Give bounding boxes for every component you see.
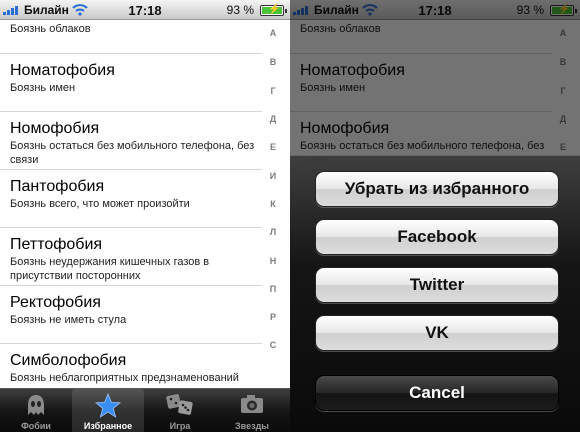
index-letter[interactable]: И <box>262 171 284 181</box>
phobia-list[interactable]: Боязнь облаков Номатофобия Боязнь имен Н… <box>0 20 262 388</box>
camera-icon <box>241 395 263 413</box>
favorites-screen-with-action-sheet: Билайн 17:18 93 % ⚡ Боязнь облаков Номат… <box>290 0 580 432</box>
battery-icon: ⚡ <box>260 4 287 16</box>
index-letter[interactable]: К <box>262 199 284 209</box>
list-item-subtitle: Боязнь остаться без мобильного телефона,… <box>10 140 255 166</box>
list-item-subtitle: Боязнь всего, что может произойти <box>10 198 190 210</box>
list-item-title: Пантофобия <box>10 178 105 195</box>
tab-label: Фобии <box>21 421 51 431</box>
list-item-title: Номатофобия <box>10 62 115 79</box>
tab-phobias[interactable]: Фобии <box>0 389 72 432</box>
index-letter[interactable]: Н <box>262 256 284 266</box>
list-item[interactable]: Номатофобия Боязнь имен <box>0 54 262 112</box>
list-item[interactable]: Пантофобия Боязнь всего, что может произ… <box>0 170 262 228</box>
index-letter[interactable]: Р <box>262 312 284 322</box>
tab-game[interactable]: Игра <box>144 389 216 432</box>
list-item-subtitle: Боязнь облаков <box>10 23 91 35</box>
ghost-icon <box>28 395 44 415</box>
tab-favorites[interactable]: Избранное <box>72 389 144 432</box>
list-item-title: Ректофобия <box>10 294 101 311</box>
share-action-sheet: Убрать из избранного Facebook Twitter VK… <box>290 155 580 432</box>
dice-icon <box>166 394 193 415</box>
list-item-title: Симболофобия <box>10 352 127 369</box>
twitter-button[interactable]: Twitter <box>315 267 559 303</box>
list-item-subtitle: Боязнь неблагоприятных предзнаменований <box>10 372 239 384</box>
index-letter[interactable]: Д <box>262 114 284 124</box>
list-item-subtitle: Боязнь неудержания кишечных газов в прис… <box>10 256 210 282</box>
index-letter[interactable]: П <box>262 284 284 294</box>
index-letter[interactable]: Л <box>262 227 284 237</box>
list-item-subtitle: Боязнь не иметь стула <box>10 314 127 326</box>
vk-button[interactable]: VK <box>315 315 559 351</box>
remove-from-favorites-button[interactable]: Убрать из избранного <box>315 171 559 207</box>
list-item-title: Петтофобия <box>10 236 103 253</box>
cancel-button[interactable]: Cancel <box>315 375 559 411</box>
index-letter[interactable]: А <box>262 28 284 38</box>
facebook-button[interactable]: Facebook <box>315 219 559 255</box>
index-letter[interactable]: Г <box>262 86 284 96</box>
list-item-title: Номофобия <box>10 120 100 137</box>
tab-label: Игра <box>169 421 191 431</box>
list-item[interactable]: Боязнь облаков <box>0 20 262 54</box>
list-item-subtitle: Боязнь имен <box>10 82 76 94</box>
index-letter[interactable]: Е <box>262 142 284 152</box>
list-item[interactable]: Симболофобия Боязнь неблагоприятных пред… <box>0 344 262 388</box>
tab-label: Избранное <box>83 421 133 431</box>
list-item[interactable]: Ректофобия Боязнь не иметь стула <box>0 286 262 344</box>
battery-percent: 93 % <box>226 3 254 17</box>
tab-stars[interactable]: Звезды <box>216 389 288 432</box>
favorites-screen: Билайн 17:18 93 % ⚡ Боязнь облаков Номат… <box>0 0 290 432</box>
star-icon <box>95 393 121 418</box>
list-item[interactable]: Петтофобия Боязнь неудержания кишечных г… <box>0 228 262 286</box>
section-index[interactable]: А В Г Д Е И К Л Н П Р С <box>262 20 290 388</box>
list-item[interactable]: Номофобия Боязнь остаться без мобильного… <box>0 112 262 170</box>
tab-bar: Фобии Избранное Игра Звезды <box>0 388 290 432</box>
index-letter[interactable]: В <box>262 57 284 67</box>
tab-label: Звезды <box>235 421 269 431</box>
status-bar: Билайн 17:18 93 % ⚡ <box>0 0 290 20</box>
index-letter[interactable]: С <box>262 340 284 350</box>
